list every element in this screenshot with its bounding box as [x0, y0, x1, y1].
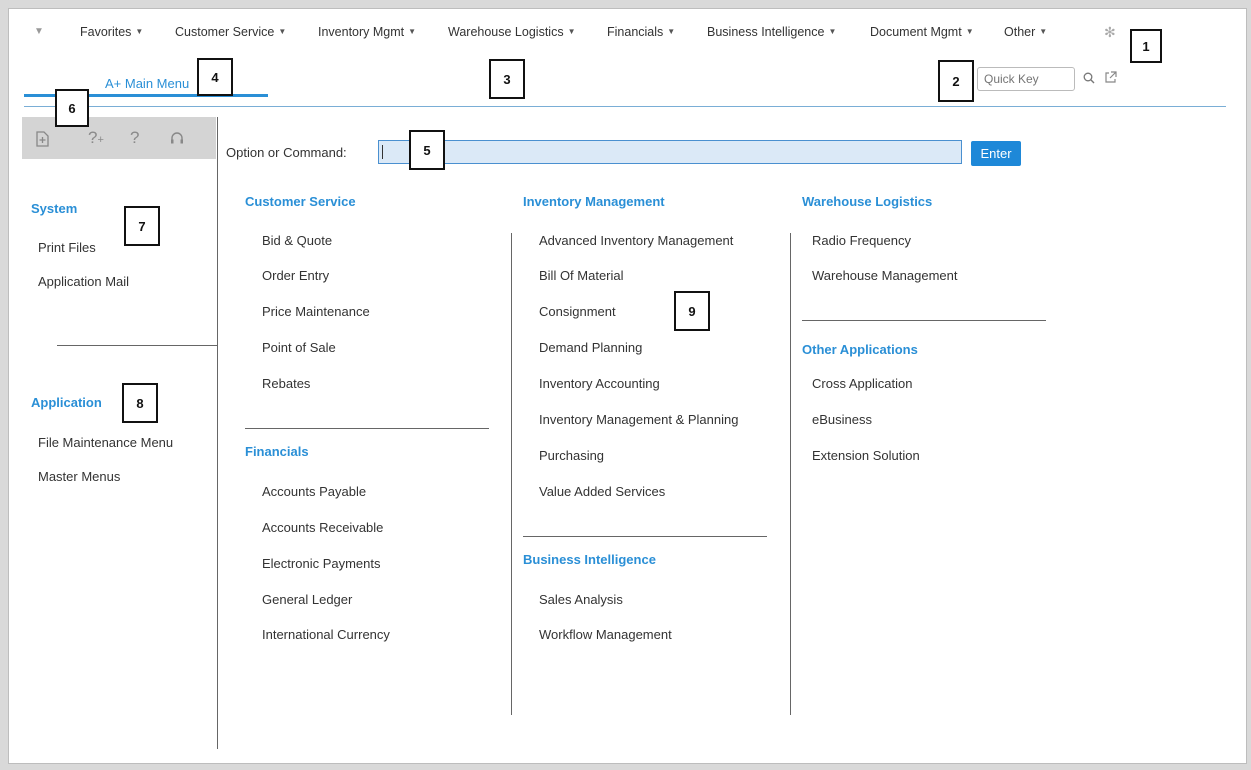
help-icon[interactable]: ?	[130, 128, 139, 148]
menu-item[interactable]: Inventory Accounting	[539, 376, 660, 391]
menu-item[interactable]: Consignment	[539, 304, 616, 319]
menu-heading-other-applications[interactable]: Other Applications	[802, 342, 918, 357]
menu-item[interactable]: Extension Solution	[812, 448, 920, 463]
menu-item[interactable]: Price Maintenance	[262, 304, 370, 319]
gear-icon[interactable]: ✻	[1104, 24, 1116, 41]
callout-2: 2	[938, 60, 974, 102]
menu-item[interactable]: International Currency	[262, 627, 390, 642]
menu-item[interactable]: Order Entry	[262, 268, 329, 283]
callout-5: 5	[409, 130, 445, 170]
search-icon[interactable]	[1083, 72, 1095, 87]
column-separator	[245, 428, 489, 429]
menu-item[interactable]: Sales Analysis	[539, 592, 623, 607]
caret-down-icon[interactable]: ▼	[34, 26, 44, 37]
help-plus-icon[interactable]: ?+	[88, 128, 104, 148]
menu-item[interactable]: Bid & Quote	[262, 233, 332, 248]
callout-1: 1	[1130, 29, 1162, 63]
sidebar-item-master-menus[interactable]: Master Menus	[38, 469, 120, 484]
command-label: Option or Command:	[226, 145, 347, 160]
callout-7: 7	[124, 206, 160, 246]
command-input[interactable]	[378, 140, 962, 164]
menu-item[interactable]: Accounts Payable	[262, 484, 366, 499]
menu-item[interactable]: General Ledger	[262, 592, 352, 607]
menu-heading-business-intelligence[interactable]: Business Intelligence	[523, 552, 656, 567]
nav-customer-service[interactable]: Customer Service ▼	[175, 25, 286, 39]
menu-item[interactable]: Workflow Management	[539, 627, 672, 642]
toolbar	[22, 117, 216, 159]
nav-business-intelligence[interactable]: Business Intelligence ▼	[707, 25, 836, 39]
external-link-icon[interactable]	[1104, 71, 1117, 87]
add-document-icon[interactable]	[36, 131, 49, 152]
menu-item[interactable]: Radio Frequency	[812, 233, 911, 248]
menu-item[interactable]: Point of Sale	[262, 340, 336, 355]
nav-inventory-mgmt[interactable]: Inventory Mgmt ▼	[318, 25, 416, 39]
sidebar-heading-application: Application	[31, 395, 102, 410]
column-separator	[523, 536, 767, 537]
tab-main-menu[interactable]: A+ Main Menu	[105, 76, 189, 91]
menu-item[interactable]: Electronic Payments	[262, 556, 381, 571]
callout-9: 9	[674, 291, 710, 331]
column-divider	[511, 233, 512, 715]
nav-document-mgmt[interactable]: Document Mgmt ▼	[870, 25, 974, 39]
column-divider	[790, 233, 791, 715]
menu-item[interactable]: Purchasing	[539, 448, 604, 463]
sidebar-item-file-maintenance-menu[interactable]: File Maintenance Menu	[38, 435, 173, 450]
callout-6: 6	[55, 89, 89, 127]
menu-item[interactable]: Inventory Management & Planning	[539, 412, 738, 427]
menu-item[interactable]: Value Added Services	[539, 484, 665, 499]
menu-item[interactable]: Bill Of Material	[539, 268, 624, 283]
menu-item[interactable]: Warehouse Management	[812, 268, 958, 283]
callout-4: 4	[197, 58, 233, 96]
callout-3: 3	[489, 59, 525, 99]
sidebar-item-print-files[interactable]: Print Files	[38, 240, 96, 255]
sidebar-item-application-mail[interactable]: Application Mail	[38, 274, 129, 289]
nav-favorites[interactable]: Favorites ▼	[80, 25, 143, 39]
sidebar-separator	[57, 345, 217, 346]
sidebar-divider	[217, 117, 218, 749]
column-separator	[802, 320, 1046, 321]
nav-other[interactable]: Other ▼	[1004, 25, 1047, 39]
sidebar-heading-system: System	[31, 201, 78, 216]
menu-item[interactable]: Cross Application	[812, 376, 912, 391]
nav-financials[interactable]: Financials ▼	[607, 25, 675, 39]
menu-heading-customer-service[interactable]: Customer Service	[245, 194, 356, 209]
callout-8: 8	[122, 383, 158, 423]
quick-key-input[interactable]	[977, 67, 1075, 91]
menu-item[interactable]: Accounts Receivable	[262, 520, 383, 535]
menu-heading-warehouse-logistics[interactable]: Warehouse Logistics	[802, 194, 932, 209]
menu-item[interactable]: eBusiness	[812, 412, 872, 427]
menu-item[interactable]: Advanced Inventory Management	[539, 233, 733, 248]
support-headset-icon[interactable]	[170, 131, 184, 150]
menu-item[interactable]: Rebates	[262, 376, 310, 391]
text-cursor	[382, 145, 383, 159]
menu-item[interactable]: Demand Planning	[539, 340, 642, 355]
header-divider	[24, 106, 1226, 107]
menu-heading-financials[interactable]: Financials	[245, 444, 309, 459]
nav-warehouse-logistics[interactable]: Warehouse Logistics ▼	[448, 25, 576, 39]
enter-button[interactable]: Enter	[971, 141, 1021, 166]
menu-heading-inventory-management[interactable]: Inventory Management	[523, 194, 665, 209]
